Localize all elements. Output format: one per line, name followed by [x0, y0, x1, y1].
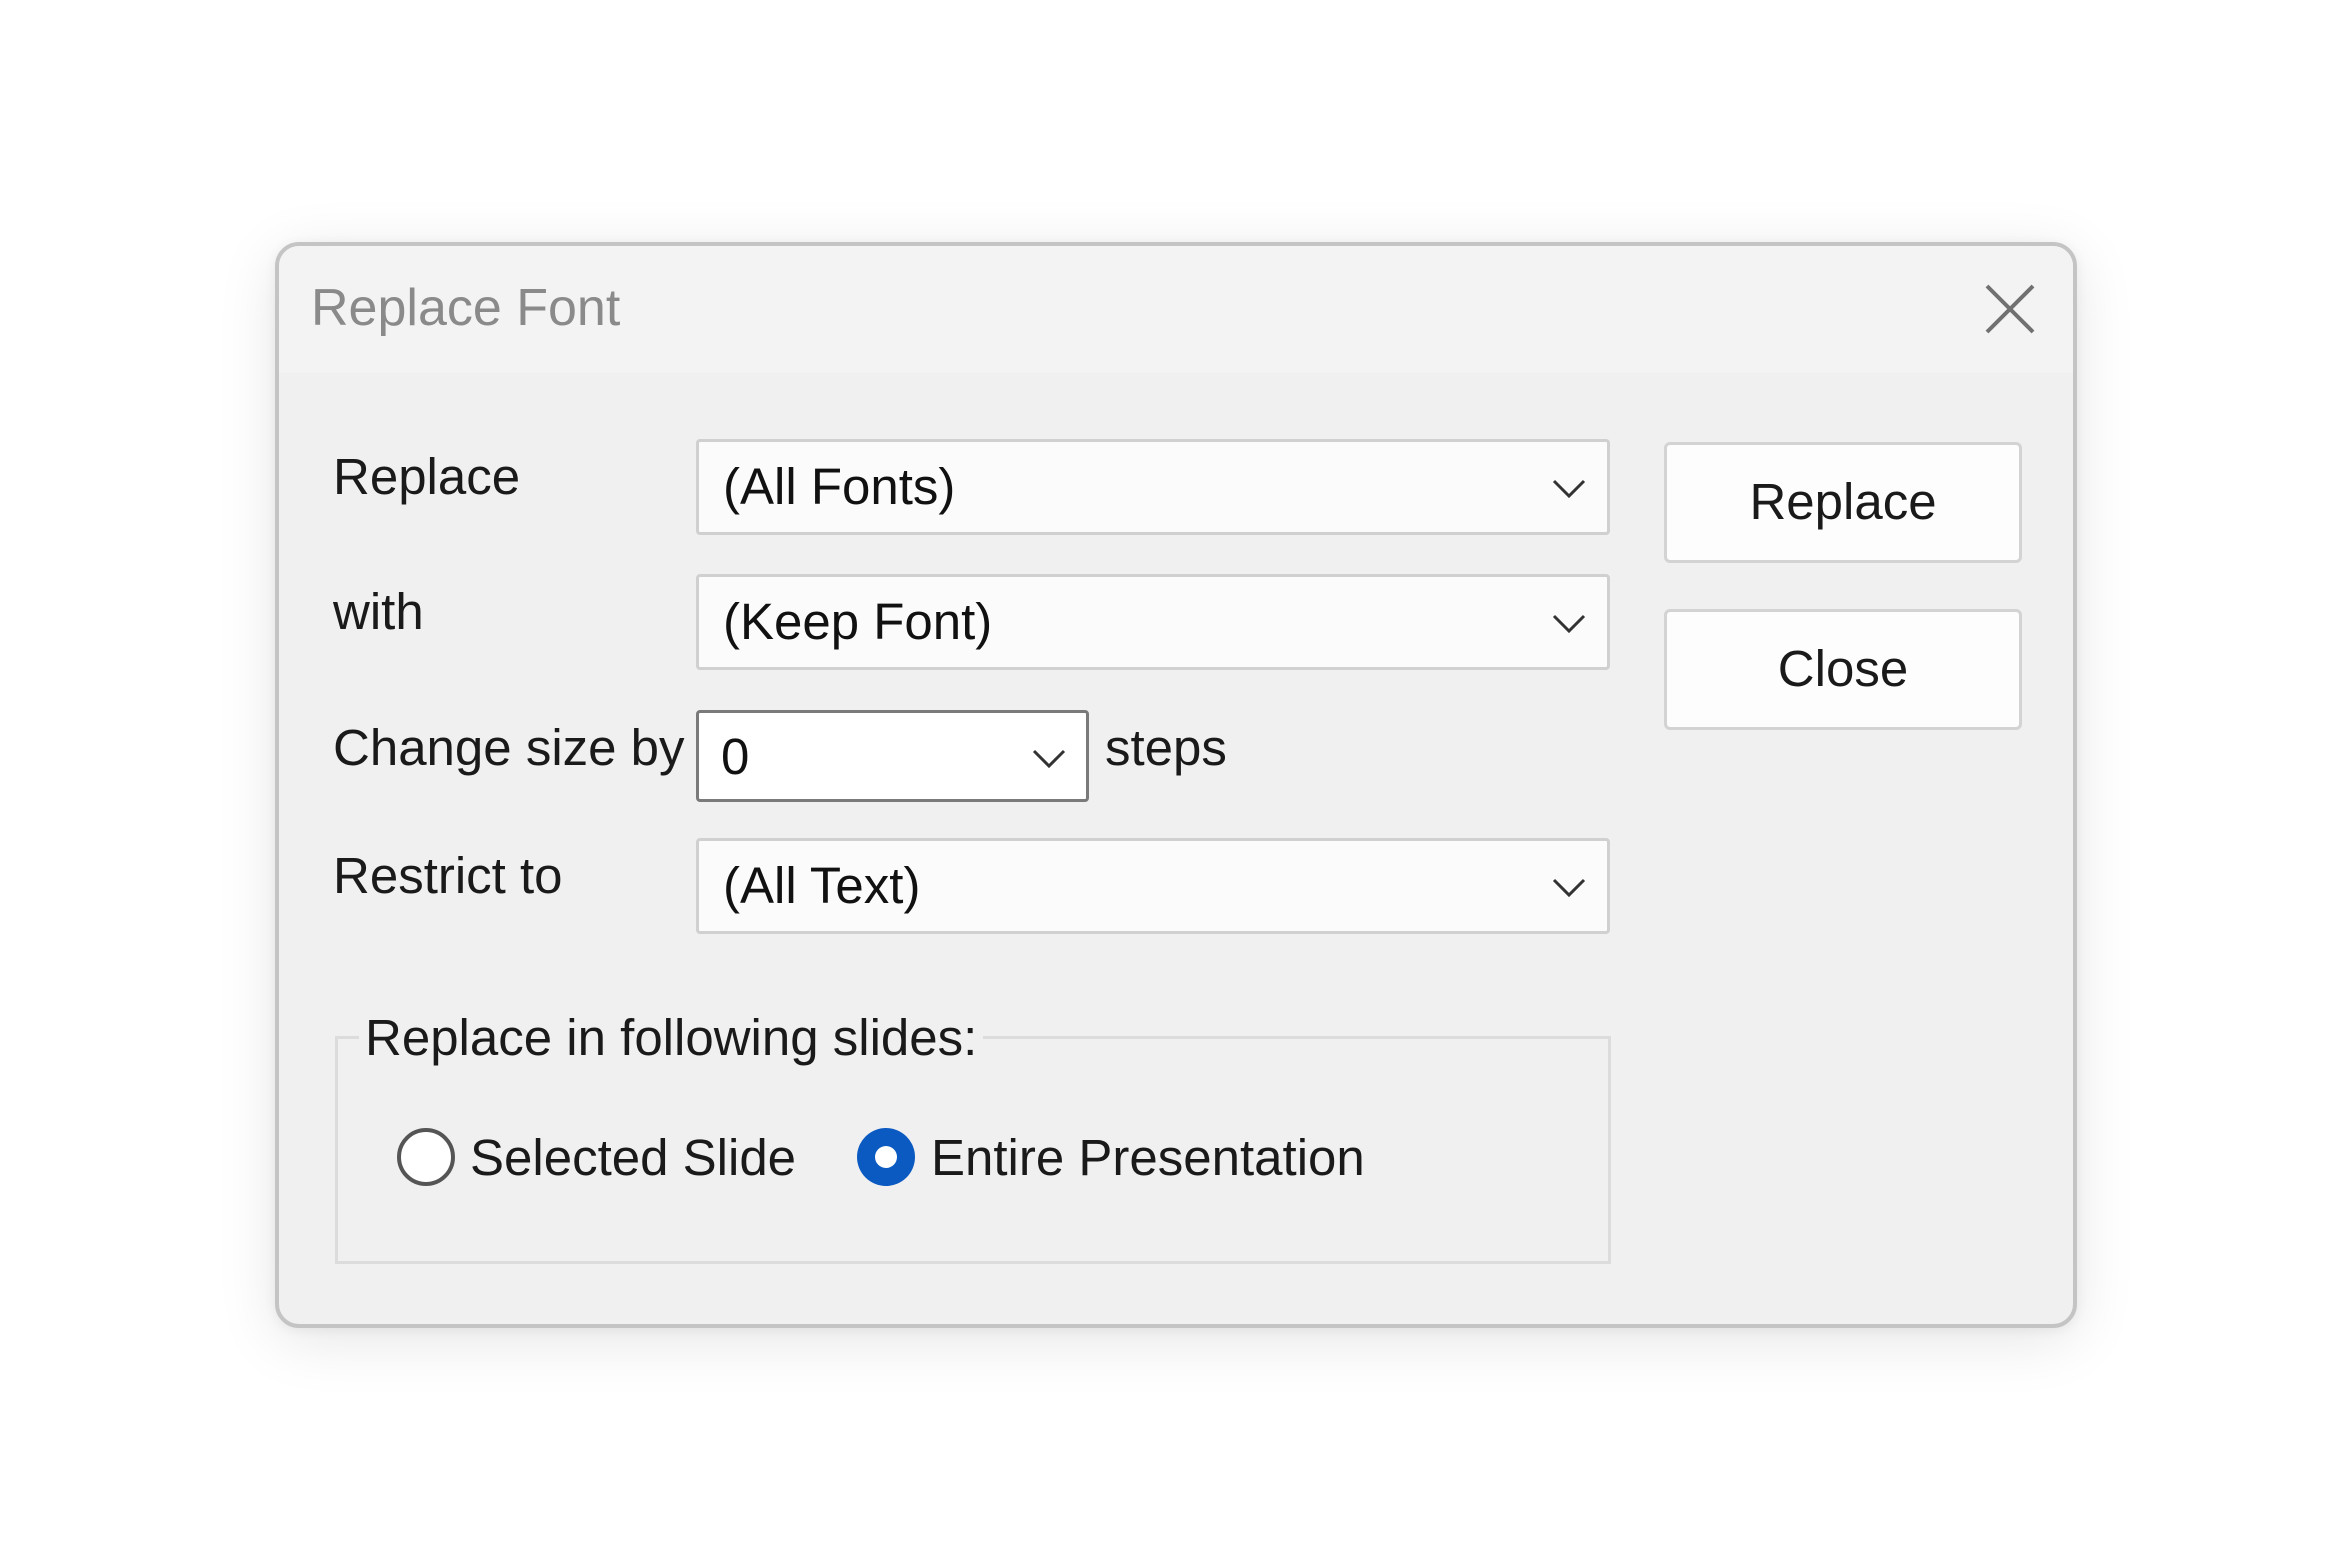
slides-group-title: Replace in following slides: [359, 1008, 984, 1068]
replace-font-dialog: Replace Font Replace (All Fonts) with (K… [275, 242, 2077, 1328]
restrict-to-value: (All Text) [723, 857, 921, 914]
replace-label: Replace [333, 448, 521, 505]
replace-button[interactable]: Replace [1664, 442, 2022, 563]
restrict-to-dropdown[interactable]: (All Text) [696, 838, 1610, 934]
chevron-down-icon [1552, 878, 1586, 898]
chevron-down-icon [1552, 614, 1586, 634]
replace-font-dropdown[interactable]: (All Fonts) [696, 439, 1610, 535]
selected-slide-label[interactable]: Selected Slide [470, 1128, 796, 1188]
dialog-title: Replace Font [311, 279, 621, 337]
entire-presentation-radio[interactable] [857, 1128, 915, 1186]
chevron-down-icon [1032, 749, 1066, 769]
restrict-label: Restrict to [333, 847, 563, 904]
entire-presentation-label[interactable]: Entire Presentation [931, 1128, 1365, 1188]
chevron-down-icon [1552, 479, 1586, 499]
with-font-value: (Keep Font) [723, 593, 993, 650]
replace-font-value: (All Fonts) [723, 458, 956, 515]
selected-slide-radio[interactable] [397, 1128, 455, 1186]
steps-label: steps [1105, 719, 1227, 776]
title-bar: Replace Font [279, 246, 2073, 373]
size-steps-combobox[interactable]: 0 [696, 710, 1089, 802]
size-steps-value: 0 [721, 728, 750, 785]
change-size-label: Change size by [333, 719, 685, 776]
close-button[interactable]: Close [1664, 609, 2022, 730]
close-icon[interactable] [1983, 282, 2037, 336]
with-label: with [333, 583, 424, 640]
with-font-dropdown[interactable]: (Keep Font) [696, 574, 1610, 670]
